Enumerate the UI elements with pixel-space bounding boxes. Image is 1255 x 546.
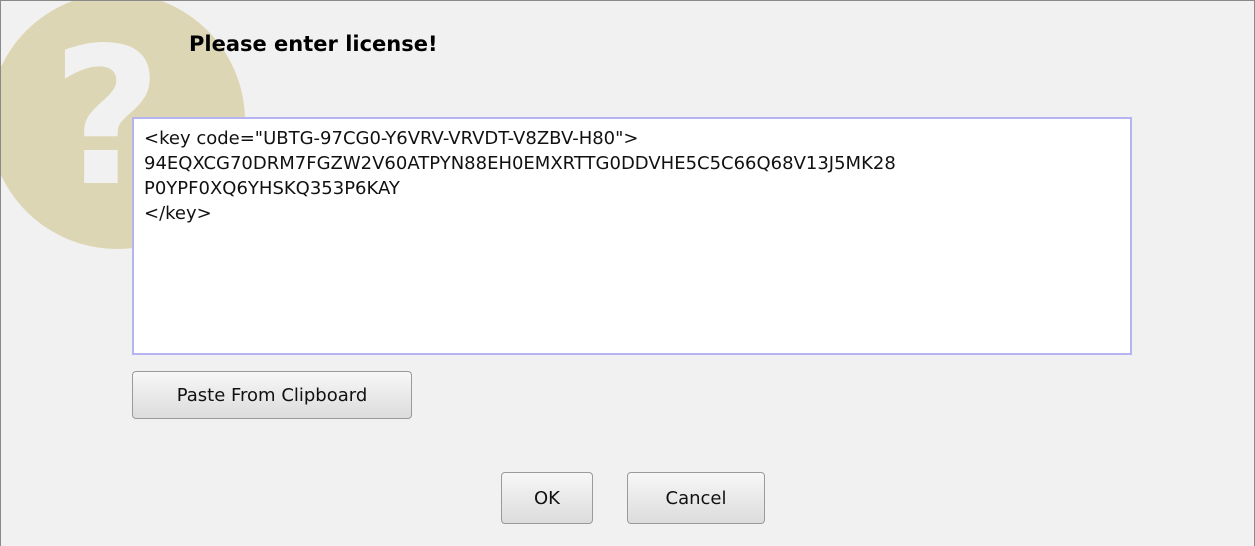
license-textarea[interactable]: <key code="UBTG-97CG0-Y6VRV-VRVDT-V8ZBV-…: [132, 117, 1132, 355]
paste-from-clipboard-button[interactable]: Paste From Clipboard: [132, 371, 412, 419]
ok-button[interactable]: OK: [501, 472, 593, 524]
cancel-button[interactable]: Cancel: [627, 472, 765, 524]
dialog-title: Please enter license!: [189, 32, 438, 56]
license-dialog: ? Please enter license! <key code="UBTG-…: [0, 0, 1255, 546]
